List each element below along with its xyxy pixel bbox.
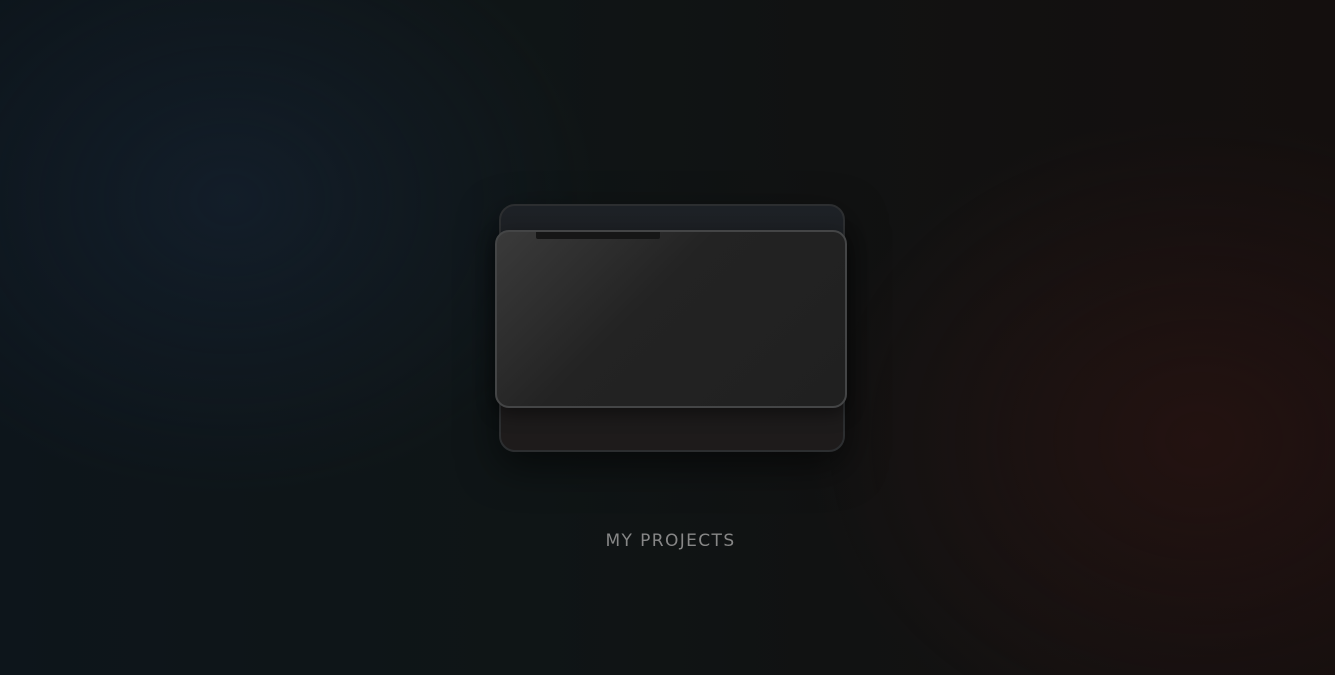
folder-front-panel <box>495 230 847 408</box>
folder-card[interactable]: MY PROJECTS <box>0 0 1335 675</box>
folder-label[interactable]: MY PROJECTS <box>0 531 1335 551</box>
folder-icon[interactable] <box>494 204 848 456</box>
folder-tab <box>536 232 660 239</box>
